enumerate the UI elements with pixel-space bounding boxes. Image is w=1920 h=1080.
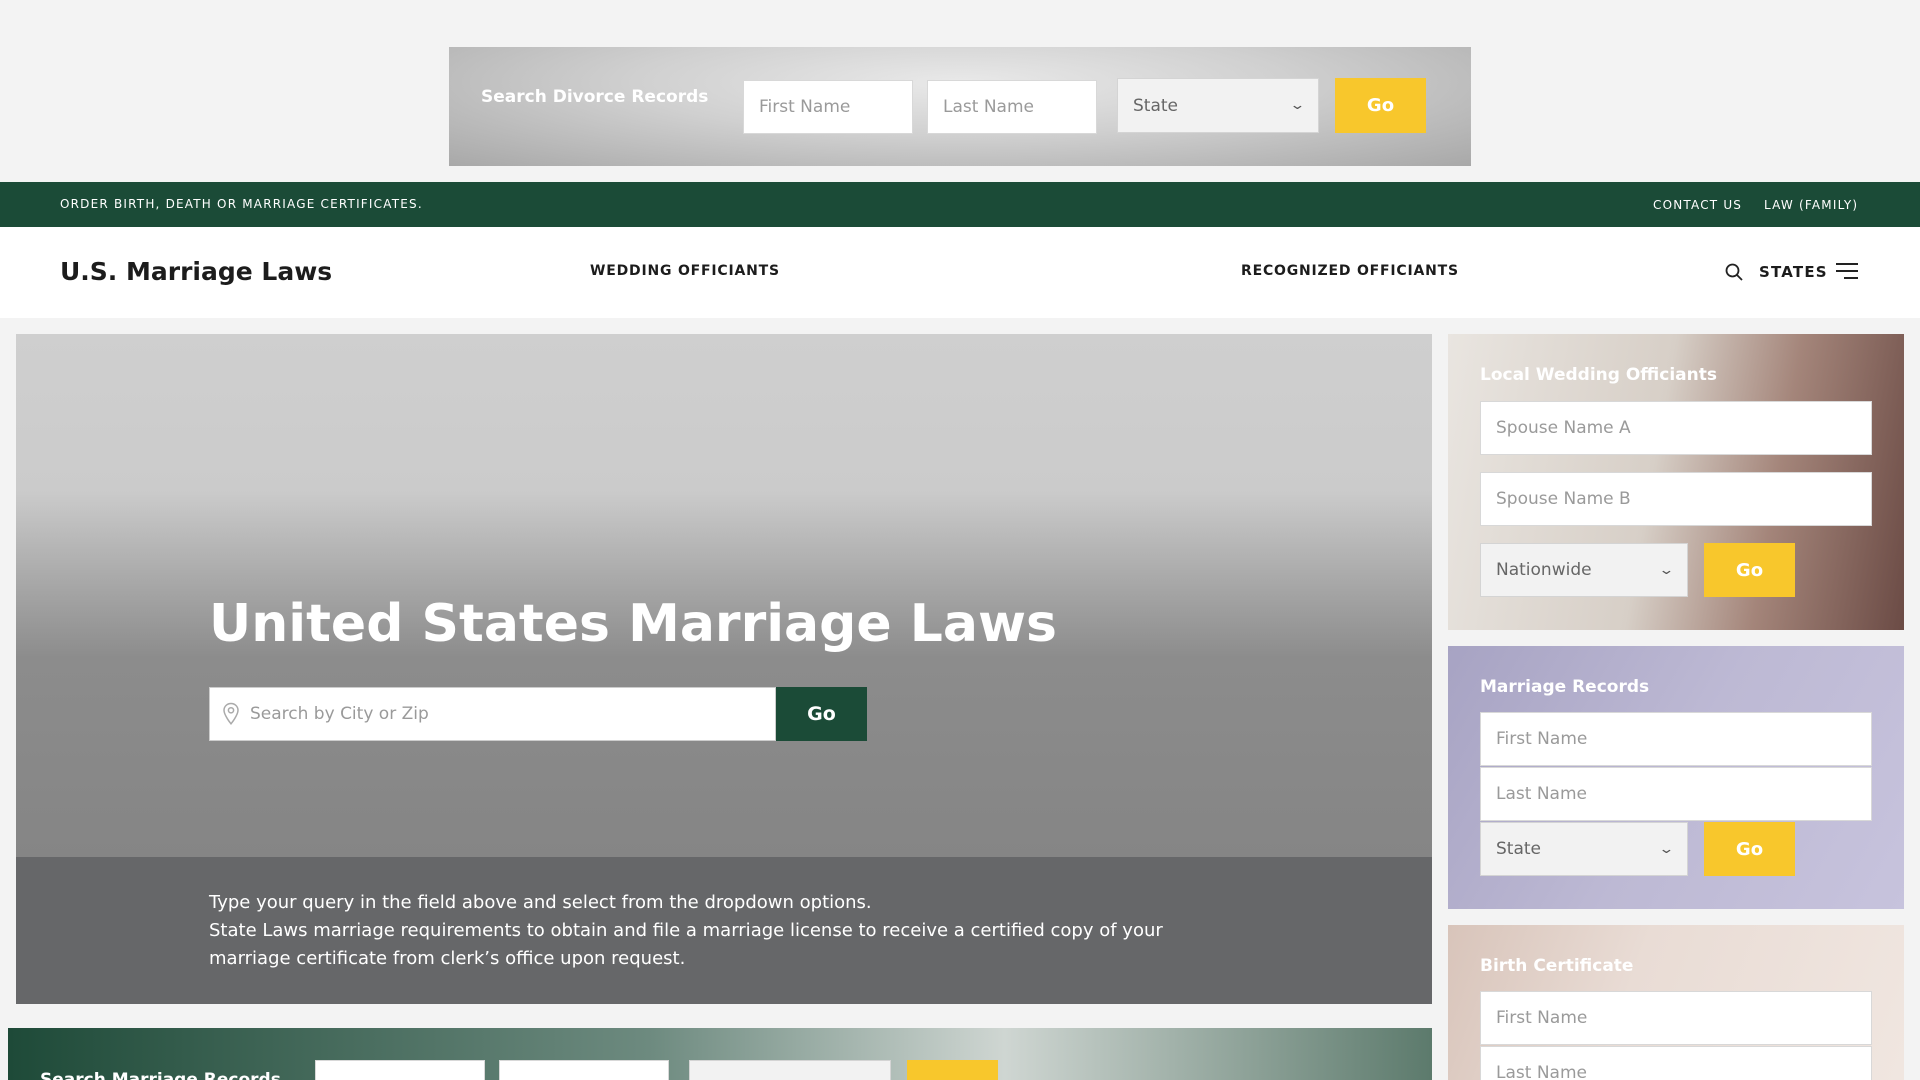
marriage-state-select[interactable] (689, 1060, 891, 1080)
hamburger-menu-icon[interactable] (1834, 261, 1860, 281)
city-zip-search-input[interactable] (250, 688, 770, 740)
divorce-search-label: Search Divorce Records (481, 87, 709, 107)
hero-description-text: State Laws marriage requirements to obta… (209, 920, 1163, 969)
city-zip-search-box[interactable] (209, 687, 776, 741)
birth-certificate-title: Birth Certificate (1480, 956, 1634, 976)
hero-description: Type your query in the field above and s… (16, 857, 1432, 1004)
divorce-search-banner: Search Divorce Records State ⌄ Go (449, 47, 1471, 166)
marriage-first-name-input[interactable] (315, 1060, 485, 1080)
records-first-name-input[interactable] (1480, 712, 1872, 766)
marriage-records-title: Marriage Records (1480, 677, 1650, 697)
order-certificates-link[interactable]: ORDER BIRTH, DEATH OR MARRIAGE CERTIFICA… (60, 197, 423, 211)
marriage-records-card: Marriage Records State ⌄ Go (1448, 646, 1904, 909)
hero-go-button[interactable]: Go (776, 687, 867, 741)
records-state-select[interactable]: State ⌄ (1480, 822, 1688, 876)
birth-last-name-input[interactable] (1480, 1046, 1872, 1080)
birth-certificate-card: Birth Certificate (1448, 925, 1904, 1080)
site-logo[interactable]: U.S. Marriage Laws (60, 257, 332, 286)
site-header: U.S. Marriage Laws WEDDING OFFICIANTS RE… (0, 227, 1920, 318)
chevron-down-icon: ⌄ (1289, 98, 1306, 113)
nav-wedding-officiants[interactable]: WEDDING OFFICIANTS (590, 263, 780, 279)
divorce-state-select[interactable]: State ⌄ (1117, 78, 1319, 133)
nav-recognized-officiants[interactable]: RECOGNIZED OFFICIANTS (1241, 263, 1459, 279)
location-pin-icon (222, 702, 240, 730)
marriage-last-name-input[interactable] (499, 1060, 669, 1080)
marriage-search-banner: Search Marriage Records (8, 1028, 1432, 1080)
local-officiants-card: Local Wedding Officiants Nationwide ⌄ Go (1448, 334, 1904, 630)
hero-instruction-text: Type your query in the field above and s… (209, 892, 872, 913)
chevron-down-icon: ⌄ (1658, 841, 1675, 857)
states-menu-label[interactable]: STATES (1759, 263, 1828, 281)
hero-title: United States Marriage Laws (209, 594, 1057, 654)
birth-first-name-input[interactable] (1480, 991, 1872, 1045)
divorce-first-name-input[interactable] (743, 80, 913, 134)
law-family-link[interactable]: LAW (FAMILY) (1764, 198, 1858, 212)
officiants-go-button[interactable]: Go (1704, 543, 1795, 597)
spouse-b-input[interactable] (1480, 472, 1872, 526)
marriage-search-label: Search Marriage Records (40, 1070, 281, 1080)
divorce-state-value: State (1133, 95, 1178, 116)
records-last-name-input[interactable] (1480, 767, 1872, 821)
divorce-go-button[interactable]: Go (1335, 78, 1426, 133)
records-state-value: State (1496, 839, 1541, 859)
contact-us-link[interactable]: CONTACT US (1653, 198, 1742, 212)
search-icon[interactable] (1724, 262, 1744, 282)
hero-section: United States Marriage Laws Go (16, 334, 1432, 857)
divorce-last-name-input[interactable] (927, 80, 1097, 134)
local-officiants-title: Local Wedding Officiants (1480, 365, 1717, 385)
chevron-down-icon: ⌄ (1658, 562, 1675, 578)
officiant-scope-value: Nationwide (1496, 560, 1592, 580)
records-go-button[interactable]: Go (1704, 822, 1795, 876)
top-bar: ORDER BIRTH, DEATH OR MARRIAGE CERTIFICA… (0, 182, 1920, 227)
spouse-a-input[interactable] (1480, 401, 1872, 455)
marriage-go-button[interactable] (907, 1060, 998, 1080)
officiant-scope-select[interactable]: Nationwide ⌄ (1480, 543, 1688, 597)
